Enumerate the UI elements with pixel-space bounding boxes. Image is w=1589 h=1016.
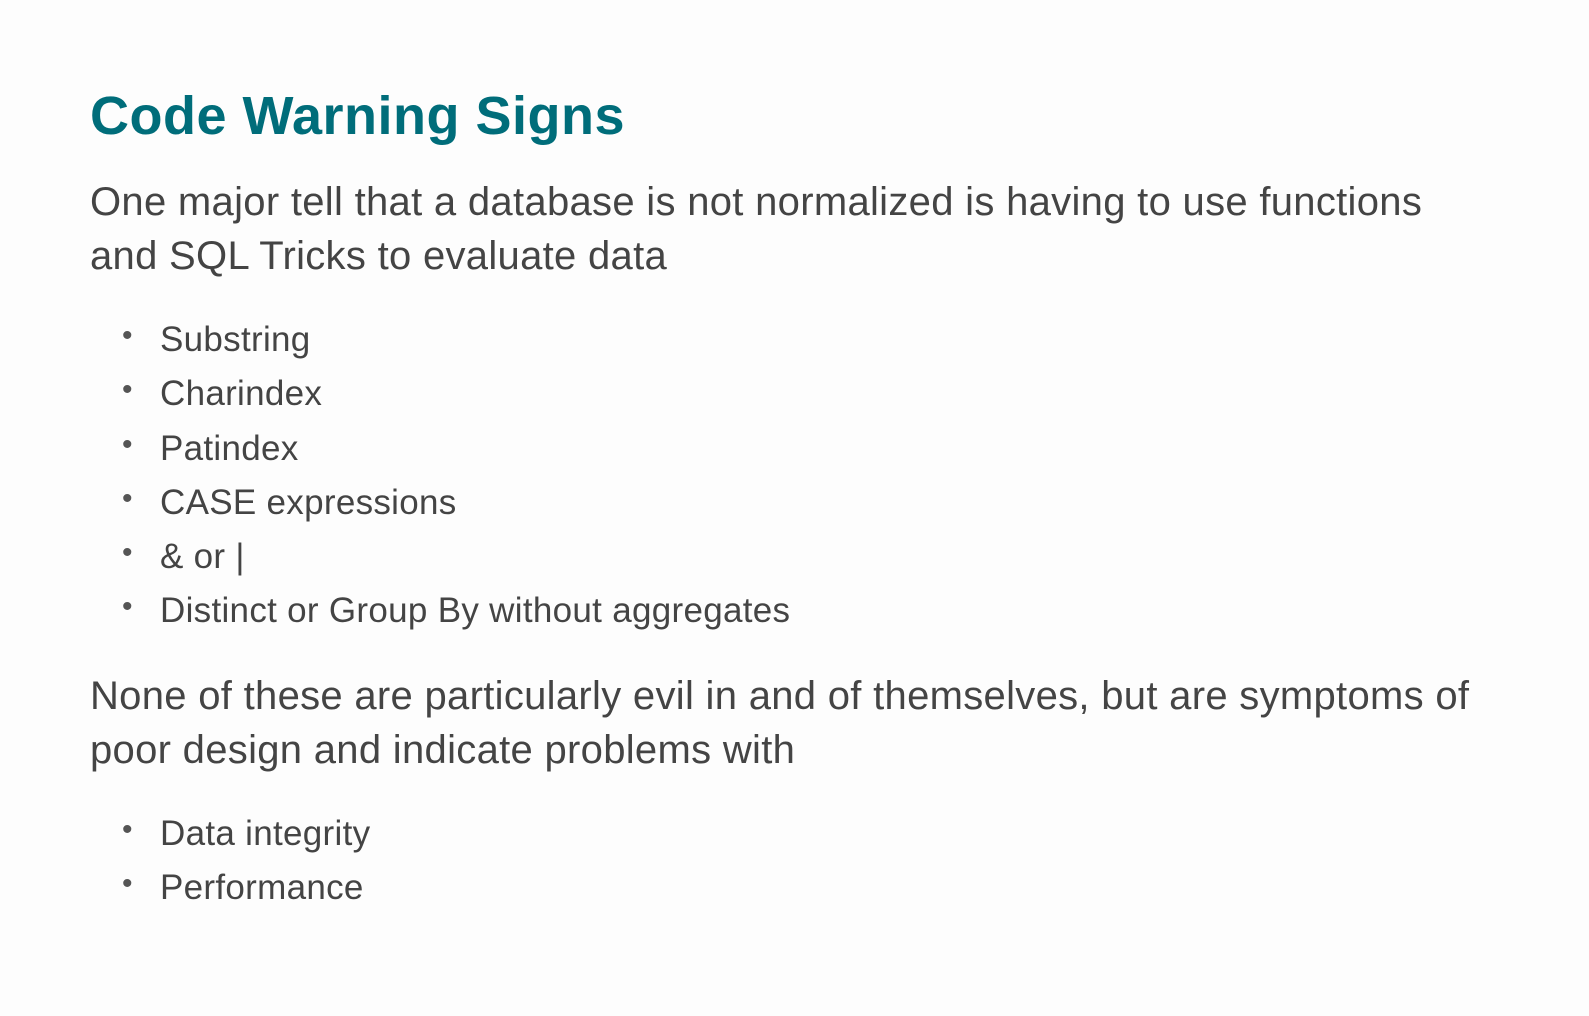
list-item: Distinct or Group By without aggregates <box>140 584 1499 638</box>
list-item: CASE expressions <box>140 476 1499 530</box>
middle-paragraph: None of these are particularly evil in a… <box>90 669 1499 777</box>
list-item: Substring <box>140 313 1499 367</box>
problems-list: Data integrity Performance <box>90 807 1499 916</box>
intro-paragraph: One major tell that a database is not no… <box>90 175 1499 283</box>
list-item: Data integrity <box>140 807 1499 861</box>
list-item: & or | <box>140 530 1499 584</box>
slide-title: Code Warning Signs <box>90 85 1499 147</box>
warning-signs-list: Substring Charindex Patindex CASE expres… <box>90 313 1499 639</box>
list-item: Patindex <box>140 422 1499 476</box>
list-item: Performance <box>140 861 1499 915</box>
list-item: Charindex <box>140 367 1499 421</box>
